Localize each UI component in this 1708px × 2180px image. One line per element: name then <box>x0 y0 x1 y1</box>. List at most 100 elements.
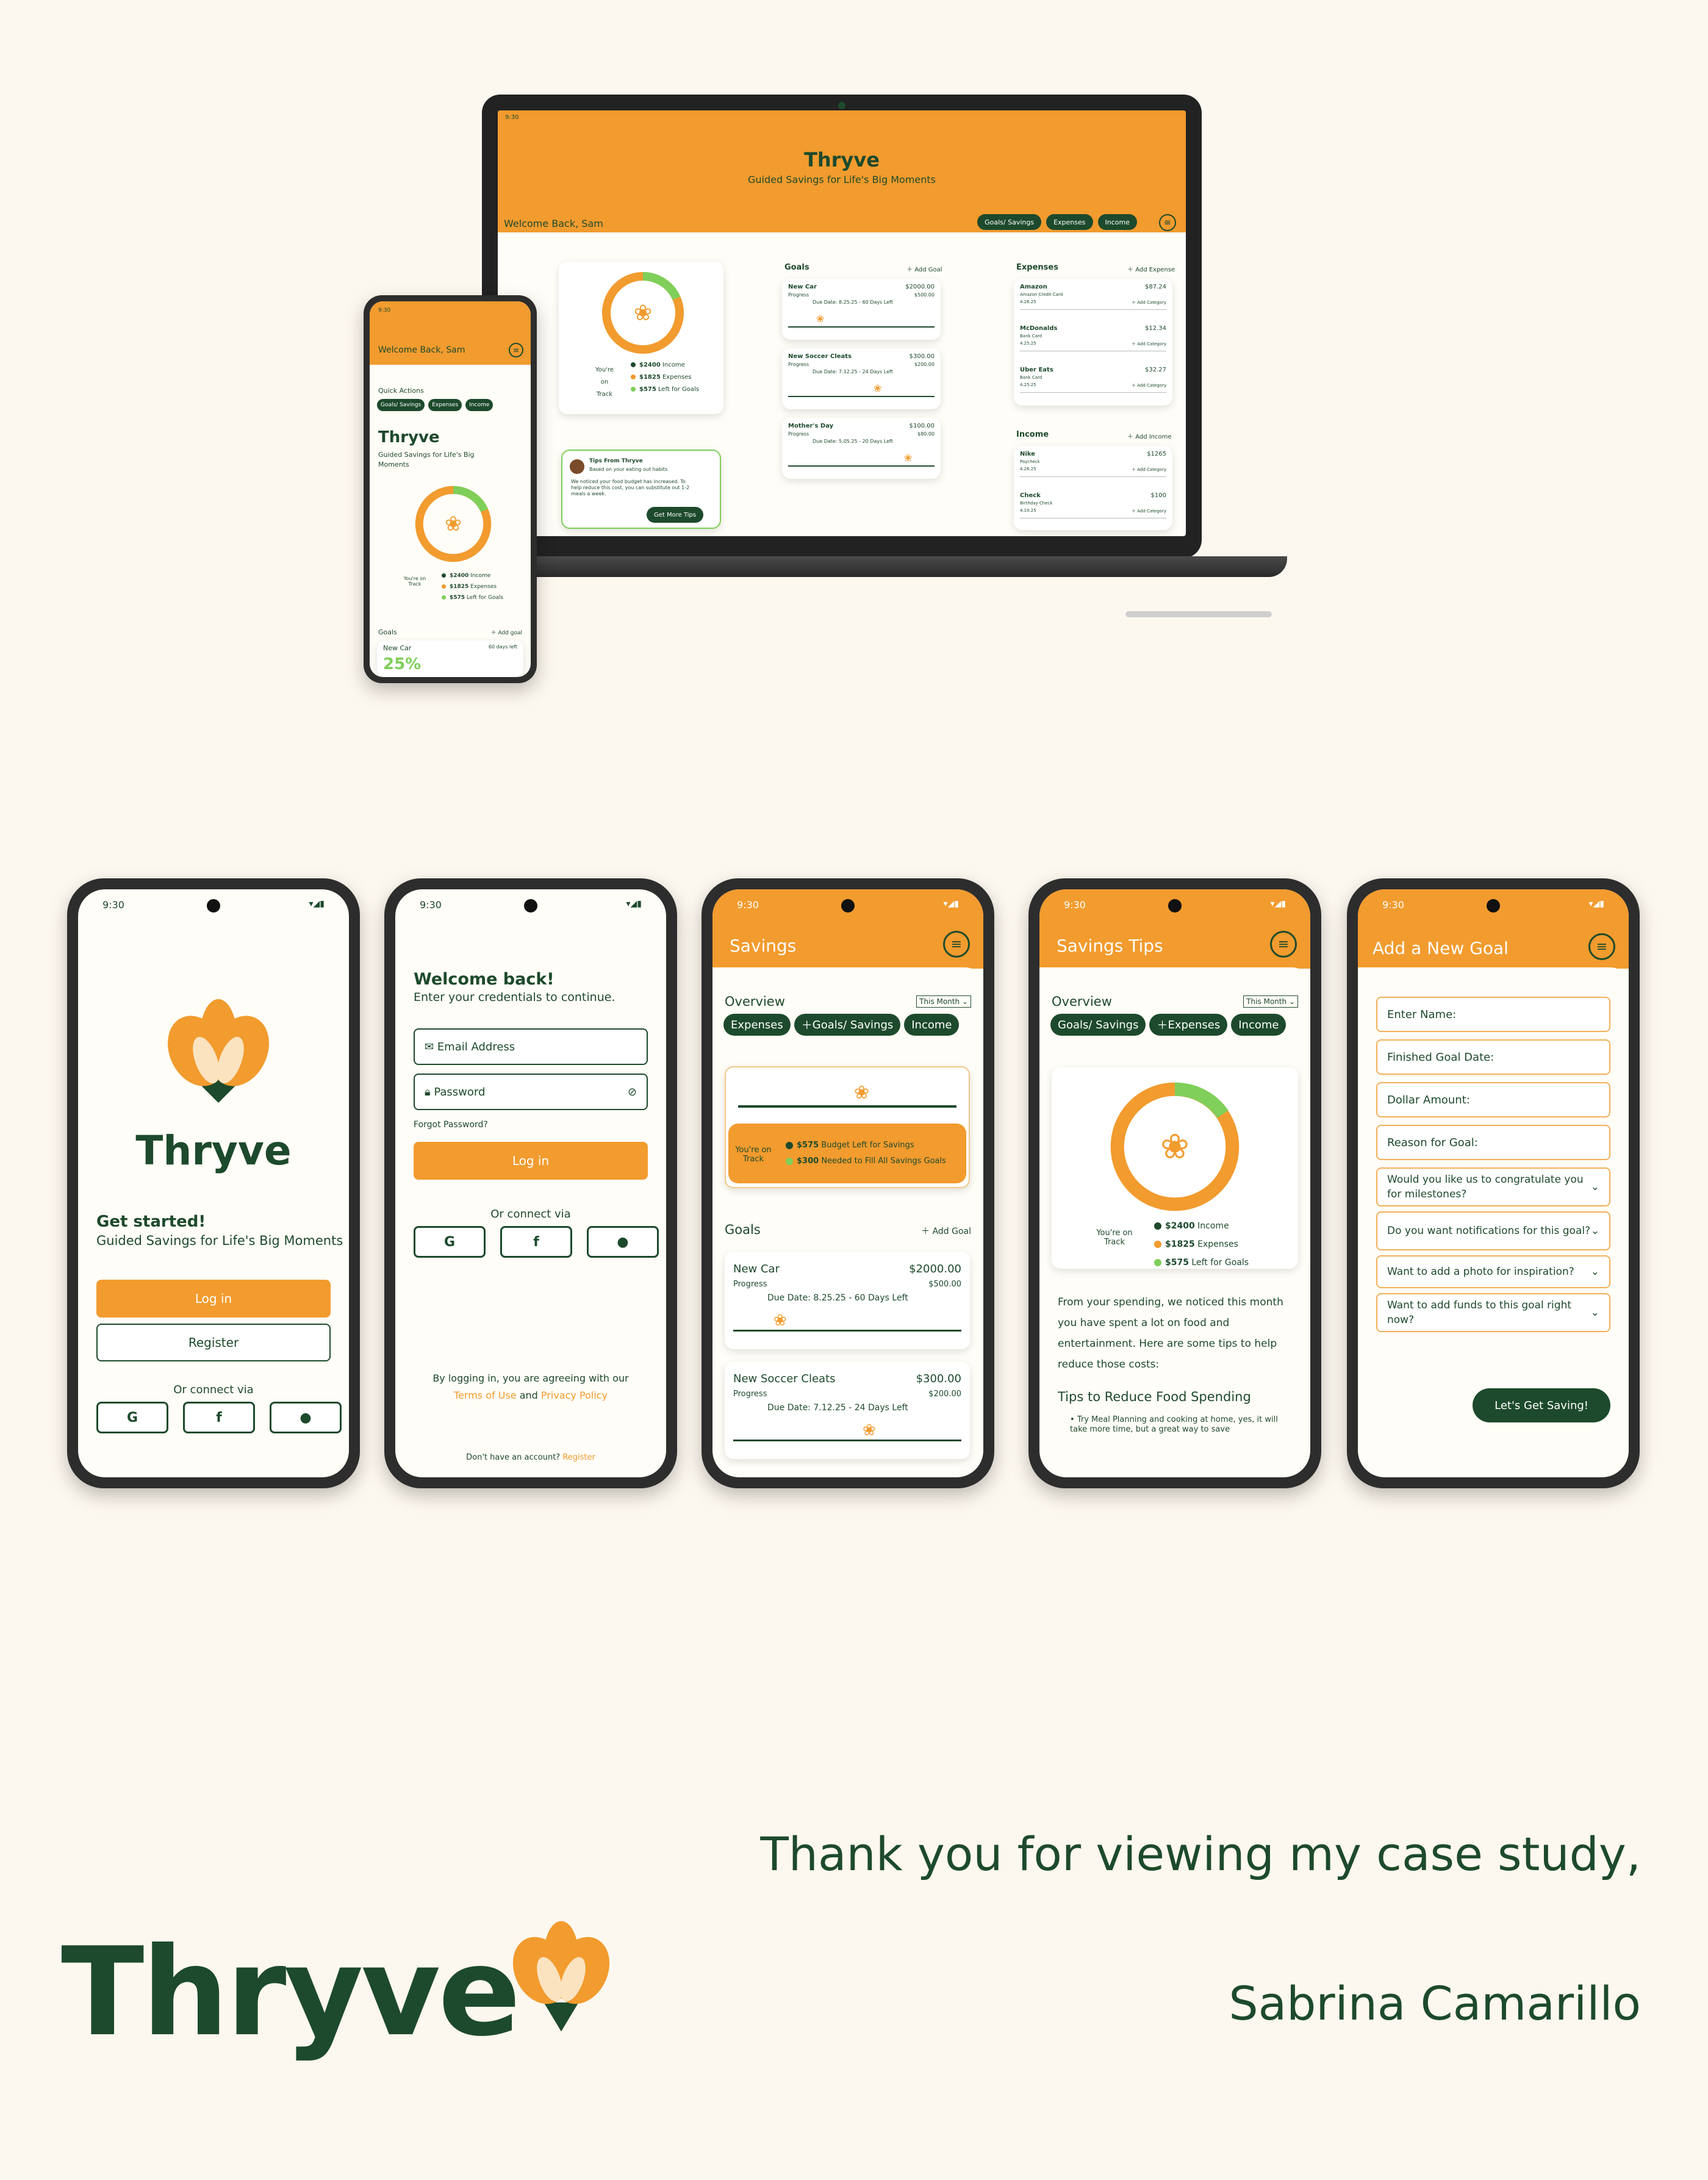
summary-card: ❀ You're on Track $2400 Income $1825 Exp… <box>1052 1067 1298 1269</box>
tab-expenses[interactable]: Expenses <box>723 1014 791 1036</box>
phone-add-goal: 9:30 ▾◢▮ Add a New Goal ≡ Enter Name: Fin… <box>1347 878 1640 1488</box>
menu-icon[interactable]: ≡ <box>943 931 970 958</box>
goal-name: New Car <box>383 644 412 652</box>
agree-text: By logging in, you are agreeing with our <box>432 1372 629 1384</box>
goal-card[interactable]: New Car $2000.00 Progress $500.00 Due Date: … <box>782 279 941 340</box>
forgot-password-link[interactable]: Forgot Password? <box>414 1120 488 1130</box>
register-link[interactable]: Register <box>562 1453 595 1462</box>
laptop-mockup: 9:30 Thryve Guided Savings for Life's Bi… <box>482 95 1202 558</box>
expense-source: Bank Card <box>1020 334 1042 339</box>
nav-expenses[interactable]: Expenses <box>428 399 462 411</box>
progress-label: Progress <box>733 1389 767 1399</box>
notifications-select[interactable]: Do you want notifications for this goal?… <box>1376 1211 1610 1250</box>
privacy-link[interactable]: Privacy Policy <box>541 1389 608 1401</box>
chevron-down-icon: ⌄ <box>1590 1225 1599 1237</box>
facebook-login-button[interactable]: f <box>500 1226 572 1258</box>
tab-income[interactable]: Income <box>1231 1014 1286 1036</box>
lets-get-saving-button[interactable]: Let's Get Saving! <box>1473 1388 1610 1422</box>
income-title: Income <box>1016 430 1049 439</box>
thryve-logo-icon <box>167 999 270 1103</box>
menu-icon[interactable]: ≡ <box>509 343 523 357</box>
add-expense-link[interactable]: ＋ Add Expense <box>1127 264 1175 273</box>
phone-login: 9:30 ▾◢▮ Welcome back! Enter your credent… <box>384 878 677 1488</box>
thryve-logo-icon <box>512 1921 610 2032</box>
menu-icon[interactable]: ≡ <box>1159 214 1176 231</box>
goal-progress-bar <box>733 1330 961 1332</box>
phone-savings: 9:30 ▾◢▮ Savings ≡ Overview This Month ⌄ … <box>702 878 994 1488</box>
goal-amount-field[interactable]: Dollar Amount: <box>1376 1082 1610 1117</box>
add-income-link[interactable]: ＋ Add Income <box>1127 431 1172 440</box>
facebook-login-button[interactable]: f <box>183 1402 255 1433</box>
get-started-heading: Get started! <box>96 1213 206 1231</box>
photo-select[interactable]: Want to add a photo for inspiration? ⌄ <box>1376 1255 1610 1288</box>
add-category-link[interactable]: ＋ Add Category <box>1132 341 1166 347</box>
progress-label: Progress <box>733 1280 767 1289</box>
tab-expenses[interactable]: ＋ Expenses <box>1149 1014 1228 1036</box>
goal-date-field[interactable]: Finished Goal Date: <box>1376 1039 1610 1075</box>
goal-name: New Soccer Cleats <box>733 1372 836 1385</box>
add-category-link[interactable]: ＋ Add Category <box>1132 382 1166 389</box>
apple-login-button[interactable]: ● <box>587 1226 659 1258</box>
facebook-icon: f <box>216 1410 222 1425</box>
goal-card[interactable]: Mother's Day $100.00 Progress $80.00 Due Dat… <box>782 418 941 479</box>
get-more-tips-button[interactable]: Get More Tips <box>647 507 704 523</box>
progress-ring: ❀ <box>602 272 684 354</box>
goal-card[interactable]: New Soccer Cleats $300.00 Progress $200.00 D… <box>782 348 941 409</box>
google-login-button[interactable]: G <box>96 1402 168 1433</box>
goal-card[interactable]: New Soccer Cleats $300.00 Progress $200.00 D… <box>725 1361 970 1459</box>
login-button[interactable]: Log in <box>96 1280 331 1318</box>
summary-card: ❀ You're on Track $2400 Income $1825 Exp… <box>559 262 723 414</box>
screen-title: Savings Tips <box>1057 936 1163 956</box>
status-time: 9:30 <box>378 307 391 314</box>
terms-link[interactable]: Terms of Use <box>454 1389 517 1401</box>
tab-goals[interactable]: ＋ Goals/ Savings <box>794 1014 901 1036</box>
credentials-subtitle: Enter your credentials to continue. <box>414 991 615 1004</box>
register-button[interactable]: Register <box>96 1324 331 1361</box>
nav-goals[interactable]: Goals/ Savings <box>977 214 1042 230</box>
password-field[interactable]: 🔒︎ Password ⊘ <box>414 1074 648 1110</box>
expense-source: Amazon Credit Card <box>1020 292 1063 297</box>
eye-off-icon[interactable]: ⊘ <box>628 1086 637 1099</box>
goal-card[interactable]: New Car $2000.00 Progress $500.00 Due Date: … <box>725 1252 970 1349</box>
income-source: Paycheck <box>1020 459 1040 464</box>
menu-icon[interactable]: ≡ <box>1588 933 1615 960</box>
nav-goals[interactable]: Goals/ Savings <box>377 399 425 411</box>
month-select[interactable]: This Month ⌄ <box>916 995 971 1008</box>
google-login-button[interactable]: G <box>414 1226 486 1258</box>
nav-expenses[interactable]: Expenses <box>1046 214 1093 230</box>
tab-goals[interactable]: Goals/ Savings <box>1050 1014 1146 1036</box>
goal-reason-field[interactable]: Reason for Goal: <box>1376 1125 1610 1160</box>
add-goal-link[interactable]: ＋ Add goal <box>491 628 522 636</box>
nav-income[interactable]: Income <box>465 399 493 411</box>
laptop-brand: Thryve <box>804 148 880 171</box>
login-button[interactable]: Log in <box>414 1142 648 1180</box>
expense-source: Bank Card <box>1020 375 1042 380</box>
svg-text:❀: ❀ <box>445 512 462 536</box>
progress-label: Progress <box>788 431 809 437</box>
funds-select[interactable]: Want to add funds to this goal right now… <box>1376 1293 1610 1332</box>
nav-income[interactable]: Income <box>1097 214 1137 230</box>
month-select[interactable]: This Month ⌄ <box>1243 995 1298 1008</box>
menu-icon[interactable]: ≡ <box>1270 931 1297 958</box>
income-source: Birthday Check <box>1020 501 1053 506</box>
svg-text:❀: ❀ <box>1160 1127 1189 1167</box>
email-field[interactable]: ✉ Email Address <box>414 1028 648 1065</box>
income-card: Nike $1265 Paycheck 4.26.25 ＋ Add Category Ch… <box>1014 446 1172 530</box>
tab-income[interactable]: Income <box>904 1014 960 1036</box>
progress-label: Progress <box>788 292 809 298</box>
signal-icon: ▾◢▮ <box>1270 899 1286 909</box>
milestones-select[interactable]: Would you like us to congratulate you fo… <box>1376 1167 1610 1207</box>
status-time: 9:30 <box>102 899 124 911</box>
add-goal-link[interactable]: ＋ Add Goal <box>906 264 942 273</box>
apple-login-button[interactable]: ● <box>270 1402 342 1433</box>
add-goal-link[interactable]: ＋ Add Goal <box>921 1225 971 1237</box>
tip-item: • Try Meal Planning and cooking at home,… <box>1070 1415 1278 1434</box>
add-category-link[interactable]: ＋ Add Category <box>1132 508 1166 514</box>
expense-amount: $87.24 <box>1145 284 1166 290</box>
add-category-link[interactable]: ＋ Add Category <box>1132 467 1166 473</box>
add-category-link[interactable]: ＋ Add Category <box>1132 299 1166 306</box>
goal-name-field[interactable]: Enter Name: <box>1376 997 1610 1032</box>
income-name: Nike <box>1020 451 1035 457</box>
goal-card[interactable]: New Car 60 days left 25% <box>377 640 523 677</box>
flower-icon: ❀ <box>904 452 913 464</box>
